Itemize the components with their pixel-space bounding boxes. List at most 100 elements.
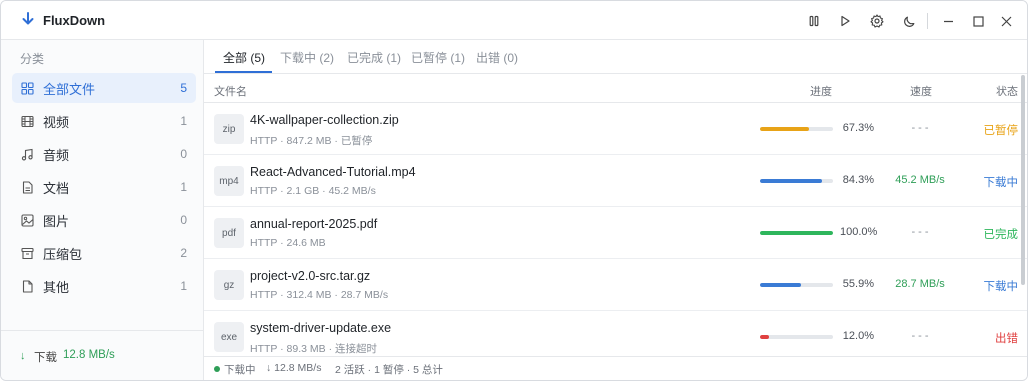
progress-bar-fill xyxy=(760,179,822,183)
progress-percent: 100.0% xyxy=(840,226,878,238)
sidebar-item-label: 视频 xyxy=(43,114,70,130)
download-label: 下载 xyxy=(34,352,57,364)
download-row[interactable]: mp4 React-Advanced-Tutorial.mp4 HTTP · 2.1… xyxy=(204,155,1027,207)
status-label: 出错 xyxy=(995,333,1018,345)
sidebar-item-other[interactable]: 其他 1 xyxy=(12,271,196,301)
column-header-progress[interactable]: 进度 xyxy=(810,83,832,99)
progress-bar-fill xyxy=(760,231,833,235)
download-speed-value: 45.2 MB/s xyxy=(895,174,945,186)
sidebar-heading: 分类 xyxy=(20,52,45,66)
sidebar-item-count: 5 xyxy=(180,81,187,95)
app-title: FluxDown xyxy=(43,13,106,28)
download-arrow-logo-icon xyxy=(21,12,35,28)
status-state: 下载中 xyxy=(224,364,256,376)
play-all-icon[interactable] xyxy=(834,10,856,32)
down-arrow-icon: ↓ xyxy=(20,350,26,362)
sidebar-item-images[interactable]: 图片 0 xyxy=(12,205,196,235)
progress-bar-fill xyxy=(760,335,769,339)
active-status-dot xyxy=(214,366,220,372)
file-meta: HTTP · 312.4 MB · 28.7 MB/s xyxy=(250,289,389,301)
download-row[interactable]: pdf annual-report-2025.pdf HTTP · 24.6 MB 1… xyxy=(204,207,1027,259)
sidebar-item-count: 0 xyxy=(180,213,187,227)
sidebar-item-count: 2 xyxy=(180,246,187,260)
column-header-status[interactable]: 状态 xyxy=(996,83,1018,99)
main-panel: 全部 (5) 下载中 (2) 已完成 (1) 已暂停 (1) 出错 (0) 文件… xyxy=(204,40,1027,380)
moon-theme-icon[interactable] xyxy=(898,10,920,32)
close-icon[interactable] xyxy=(995,10,1017,32)
tab-downloading[interactable]: 下载中 (2) xyxy=(280,49,334,66)
grid-icon xyxy=(20,81,34,95)
sidebar-item-count: 1 xyxy=(180,114,187,128)
download-speed-value: 28.7 MB/s xyxy=(895,278,945,290)
download-row[interactable]: gz project-v2.0-src.tar.gz HTTP · 312.4 MB… xyxy=(204,259,1027,311)
sidebar-item-label: 压缩包 xyxy=(43,246,83,262)
film-icon xyxy=(20,114,34,128)
music-note-icon xyxy=(20,147,34,161)
file-type-badge: pdf xyxy=(214,218,244,248)
sidebar: 分类 全部文件 5 视频 1 音频 0 文档 1 图片 0 压缩包 2 其他 1… xyxy=(1,40,204,380)
file-type-badge: mp4 xyxy=(214,166,244,196)
file-meta: HTTP · 24.6 MB xyxy=(250,237,326,249)
status-summary: 2 活跃 · 1 暂停 · 5 总计 xyxy=(335,364,443,376)
file-name: 4K-wallpaper-collection.zip xyxy=(250,113,399,127)
sidebar-item-label: 全部文件 xyxy=(43,81,96,97)
progress-bar xyxy=(760,179,833,183)
image-icon xyxy=(20,213,34,227)
title-bar: FluxDown xyxy=(1,1,1027,40)
archive-box-icon xyxy=(20,246,34,260)
download-speed: 12.8 MB/s xyxy=(63,349,115,361)
progress-percent: 67.3% xyxy=(842,122,874,134)
progress-percent: 55.9% xyxy=(842,278,874,290)
tab-errors[interactable]: 出错 (0) xyxy=(476,49,518,66)
settings-gear-icon[interactable] xyxy=(866,10,888,32)
column-header-name[interactable]: 文件名 xyxy=(214,83,247,99)
progress-bar xyxy=(760,283,833,287)
file-type-badge: exe xyxy=(214,322,244,352)
file-name: system-driver-update.exe xyxy=(250,321,392,335)
progress-bar xyxy=(760,127,833,131)
progress-bar xyxy=(760,231,833,235)
sidebar-item-documents[interactable]: 文档 1 xyxy=(12,172,196,202)
tab-completed[interactable]: 已完成 (1) xyxy=(347,49,401,66)
file-name: React-Advanced-Tutorial.mp4 xyxy=(250,165,416,179)
download-speed-value: - - - xyxy=(911,226,929,238)
status-label: 下载中 xyxy=(983,281,1019,293)
sidebar-item-label: 音频 xyxy=(43,147,70,163)
app-window: FluxDown 分类 全部文件 5 视频 1 音频 0 文档 1 图片 0 压… xyxy=(0,0,1028,381)
status-label: 已完成 xyxy=(983,229,1019,241)
file-name: project-v2.0-src.tar.gz xyxy=(250,269,371,283)
sidebar-item-count: 1 xyxy=(180,279,187,293)
minimize-icon[interactable] xyxy=(937,10,959,32)
tab-all[interactable]: 全部 (5) xyxy=(223,49,265,66)
tab-paused[interactable]: 已暂停 (1) xyxy=(411,49,465,66)
sidebar-item-all-files[interactable]: 全部文件 5 xyxy=(12,73,196,103)
sidebar-item-label: 文档 xyxy=(43,180,70,196)
file-type-badge: gz xyxy=(214,270,244,300)
sidebar-download-summary: ↓ 下载 12.8 MB/s xyxy=(1,330,203,380)
status-label: 已暂停 xyxy=(983,125,1019,137)
table-header: 文件名 进度 速度 状态 xyxy=(204,74,1027,103)
filter-tabs: 全部 (5) 下载中 (2) 已完成 (1) 已暂停 (1) 出错 (0) xyxy=(204,40,1027,74)
column-header-speed[interactable]: 速度 xyxy=(910,83,932,99)
file-meta: HTTP · 847.2 MB · 已暂停 xyxy=(250,135,373,147)
document-icon xyxy=(20,180,34,194)
progress-bar-fill xyxy=(760,283,801,287)
list-scrollbar[interactable] xyxy=(1021,75,1025,285)
sidebar-item-label: 其他 xyxy=(43,279,70,295)
active-tab-indicator xyxy=(215,71,272,73)
status-label: 下载中 xyxy=(983,177,1019,189)
sidebar-item-audio[interactable]: 音频 0 xyxy=(12,139,196,169)
download-speed-value: - - - xyxy=(911,330,929,342)
file-name: annual-report-2025.pdf xyxy=(250,217,378,231)
file-meta: HTTP · 89.3 MB · 连接超时 xyxy=(250,343,377,355)
download-row[interactable]: zip 4K-wallpaper-collection.zip HTTP · 847… xyxy=(204,103,1027,155)
sidebar-item-archives[interactable]: 压缩包 2 xyxy=(12,238,196,268)
maximize-icon[interactable] xyxy=(967,10,989,32)
pause-all-icon[interactable] xyxy=(803,10,825,32)
sidebar-item-video[interactable]: 视频 1 xyxy=(12,106,196,136)
sidebar-item-label: 图片 xyxy=(43,213,70,229)
file-meta: HTTP · 2.1 GB · 45.2 MB/s xyxy=(250,185,376,197)
progress-bar xyxy=(760,335,833,339)
file-type-badge: zip xyxy=(214,114,244,144)
sidebar-item-count: 1 xyxy=(180,180,187,194)
